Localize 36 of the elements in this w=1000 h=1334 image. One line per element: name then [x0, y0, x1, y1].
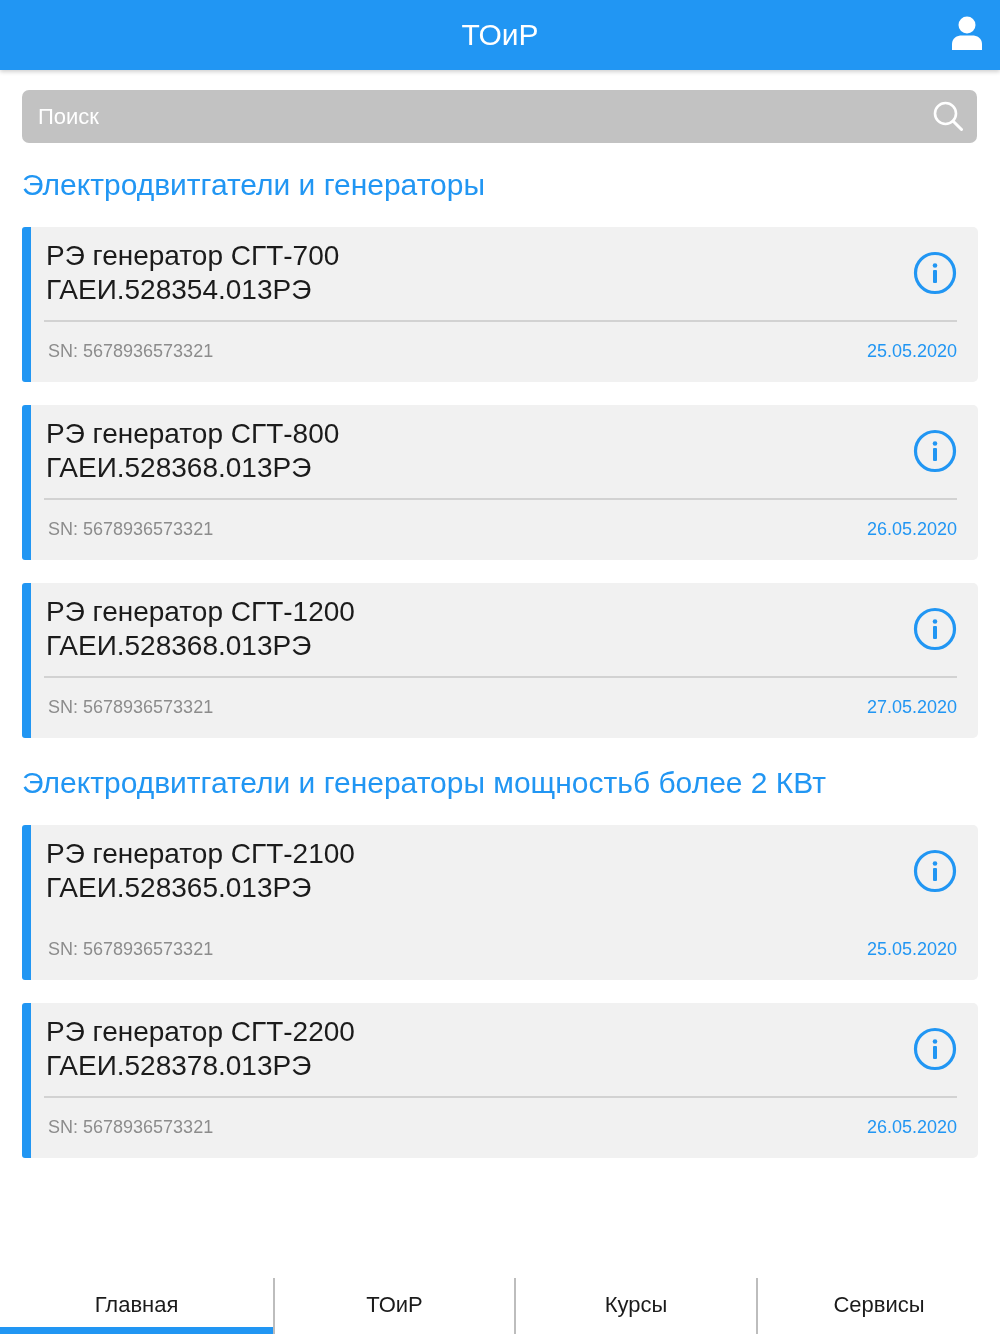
document-date: 25.05.2020	[866, 938, 957, 961]
document-card[interactable]: РЭ генератор СГТ-800 ГАЕИ.528368.013РЭ SN: 5678936573321 26.05.2020	[22, 405, 978, 560]
document-title: РЭ генератор СГТ-700	[46, 239, 340, 273]
document-date: 27.05.2020	[866, 696, 957, 719]
document-date: 26.05.2020	[866, 1116, 957, 1139]
info-icon[interactable]	[913, 251, 957, 295]
document-code: ГАЕИ.528365.013РЭ	[46, 871, 313, 905]
document-code: ГАЕИ.528378.013РЭ	[46, 1049, 313, 1083]
serial-number: SN: 5678936573321	[48, 340, 214, 363]
document-card[interactable]: РЭ генератор СГТ-1200 ГАЕИ.528368.013РЭ SN: 5678936573321 27.05.2020	[22, 583, 978, 738]
document-card[interactable]: РЭ генератор СГТ-2100 ГАЕИ.528365.013РЭ SN: 5678936573321 25.05.2020	[22, 825, 978, 980]
info-icon[interactable]	[913, 1027, 957, 1071]
section-title: Электродвитгатели и генераторы мощностьб более 2 КВт	[22, 765, 828, 801]
section-title: Электродвитгатели и генераторы	[22, 167, 486, 203]
search-icon[interactable]	[933, 101, 963, 131]
document-card[interactable]: РЭ генератор СГТ-700 ГАЕИ.528354.013РЭ SN: 5678936573321 25.05.2020	[22, 227, 978, 382]
user-icon[interactable]	[951, 16, 983, 50]
search-field[interactable]: Поиск	[22, 90, 977, 143]
document-code: ГАЕИ.528368.013РЭ	[46, 451, 313, 485]
document-title: РЭ генератор СГТ-1200	[46, 595, 355, 629]
serial-number: SN: 5678936573321	[48, 518, 214, 541]
document-title: РЭ генератор СГТ-2200	[46, 1015, 355, 1049]
document-code: ГАЕИ.528368.013РЭ	[46, 629, 313, 663]
info-icon[interactable]	[913, 607, 957, 651]
serial-number: SN: 5678936573321	[48, 1116, 214, 1139]
document-code: ГАЕИ.528354.013РЭ	[46, 273, 313, 307]
document-title: РЭ генератор СГТ-2100	[46, 837, 355, 871]
info-icon[interactable]	[913, 849, 957, 893]
app-title: ТОиР	[461, 17, 539, 53]
serial-number: SN: 5678936573321	[48, 696, 214, 719]
document-title: РЭ генератор СГТ-800	[46, 417, 340, 451]
document-card[interactable]: РЭ генератор СГТ-2200 ГАЕИ.528378.013РЭ SN: 5678936573321 26.05.2020	[22, 1003, 978, 1158]
serial-number: SN: 5678936573321	[48, 938, 214, 961]
document-date: 25.05.2020	[866, 340, 957, 363]
document-date: 26.05.2020	[866, 518, 957, 541]
info-icon[interactable]	[913, 429, 957, 473]
